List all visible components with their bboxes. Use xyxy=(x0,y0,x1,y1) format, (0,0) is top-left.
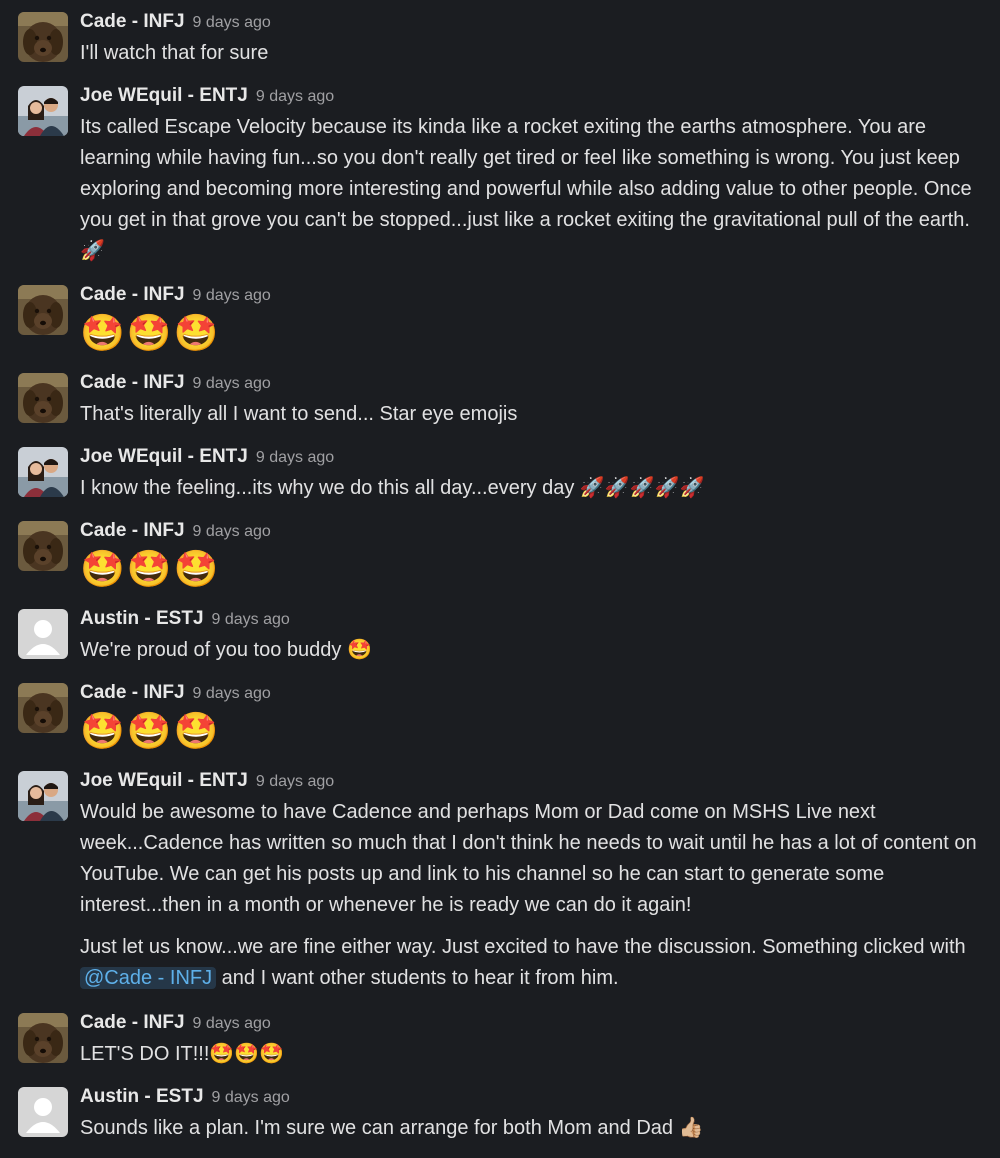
couple-avatar-icon xyxy=(18,771,68,821)
message-body: Would be awesome to have Cadence and per… xyxy=(80,797,985,994)
author-name[interactable]: Cade - INFJ xyxy=(80,284,185,305)
message-body: Its called Escape Velocity because its k… xyxy=(80,112,985,267)
avatar[interactable] xyxy=(18,609,68,659)
message-text: I'll watch that for sure xyxy=(80,42,269,64)
message-text: Sounds like a plan. I'm sure we can arra… xyxy=(80,1117,674,1139)
timestamp[interactable]: 9 days ago xyxy=(256,449,334,466)
dog-avatar-icon xyxy=(18,285,68,335)
timestamp[interactable]: 9 days ago xyxy=(193,375,271,392)
thumbs-up-emoji-icon: 👍🏼 xyxy=(678,1117,704,1139)
avatar[interactable] xyxy=(18,1087,68,1137)
message-header: Cade - INFJ 9 days ago xyxy=(80,1009,271,1038)
message-body: Sounds like a plan. I'm sure we can arra… xyxy=(80,1113,985,1144)
message-body: LET'S DO IT!!!🤩🤩🤩 xyxy=(80,1039,985,1070)
message-text: I know the feeling...its why we do this … xyxy=(80,477,575,499)
dog-avatar-icon xyxy=(18,1013,68,1063)
avatar[interactable] xyxy=(18,683,68,733)
avatar[interactable] xyxy=(18,86,68,136)
avatar[interactable] xyxy=(18,447,68,497)
message-header: Cade - INFJ 9 days ago xyxy=(80,369,271,398)
message-header: Cade - INFJ 9 days ago xyxy=(80,8,271,37)
author-name[interactable]: Cade - INFJ xyxy=(80,372,185,393)
message-text: Its called Escape Velocity because its k… xyxy=(80,116,972,231)
message-header: Austin - ESTJ 9 days ago xyxy=(80,605,290,634)
avatar[interactable] xyxy=(18,1013,68,1063)
avatar[interactable] xyxy=(18,12,68,62)
message-text: That's literally all I want to send... S… xyxy=(80,403,518,425)
rocket-emoji-icon: 🚀 xyxy=(80,240,105,262)
timestamp[interactable]: 9 days ago xyxy=(256,773,334,790)
message-header: Cade - INFJ 9 days ago xyxy=(80,517,271,546)
dog-avatar-icon xyxy=(18,521,68,571)
message-header: Joe WEquil - ENTJ 9 days ago xyxy=(80,443,334,472)
star-struck-emoji-icon: 🤩 xyxy=(346,639,372,661)
message-body: That's literally all I want to send... S… xyxy=(80,399,985,430)
timestamp[interactable]: 9 days ago xyxy=(256,88,334,105)
couple-avatar-icon xyxy=(18,447,68,497)
message-text: Would be awesome to have Cadence and per… xyxy=(80,801,977,916)
user-mention[interactable]: @Cade - INFJ xyxy=(80,967,217,989)
timestamp[interactable]: 9 days ago xyxy=(193,1015,271,1032)
message-body: 🤩🤩🤩 xyxy=(80,547,985,591)
message-body: 🤩🤩🤩 xyxy=(80,709,985,753)
timestamp[interactable]: 9 days ago xyxy=(193,14,271,31)
message-header: Cade - INFJ 9 days ago xyxy=(80,281,271,310)
author-name[interactable]: Cade - INFJ xyxy=(80,1012,185,1033)
timestamp[interactable]: 9 days ago xyxy=(212,1089,290,1106)
timestamp[interactable]: 9 days ago xyxy=(212,611,290,628)
message-body: I know the feeling...its why we do this … xyxy=(80,473,985,504)
message-header: Cade - INFJ 9 days ago xyxy=(80,679,271,708)
timestamp[interactable]: 9 days ago xyxy=(193,287,271,304)
star-struck-emoji-icon: 🤩🤩🤩 xyxy=(80,710,221,751)
message-header: Joe WEquil - ENTJ 9 days ago xyxy=(80,767,334,796)
message-text: and I want other students to hear it fro… xyxy=(216,967,619,989)
author-name[interactable]: Austin - ESTJ xyxy=(80,1086,204,1107)
message-header: Joe WEquil - ENTJ 9 days ago xyxy=(80,82,334,111)
avatar[interactable] xyxy=(18,285,68,335)
author-name[interactable]: Cade - INFJ xyxy=(80,520,185,541)
avatar[interactable] xyxy=(18,771,68,821)
author-name[interactable]: Austin - ESTJ xyxy=(80,608,204,629)
timestamp[interactable]: 9 days ago xyxy=(193,685,271,702)
dog-avatar-icon xyxy=(18,12,68,62)
avatar[interactable] xyxy=(18,373,68,423)
message-header: Austin - ESTJ 9 days ago xyxy=(80,1083,290,1112)
author-name[interactable]: Cade - INFJ xyxy=(80,682,185,703)
message-body: We're proud of you too buddy 🤩 xyxy=(80,635,985,666)
message-body: 🤩🤩🤩 xyxy=(80,311,985,355)
dog-avatar-icon xyxy=(18,373,68,423)
default-user-avatar-icon xyxy=(18,609,68,659)
message-text: We're proud of you too buddy xyxy=(80,639,342,661)
default-user-avatar-icon xyxy=(18,1087,68,1137)
message-body: I'll watch that for sure xyxy=(80,38,985,69)
message-text: Just let us know...we are fine either wa… xyxy=(80,936,966,958)
dog-avatar-icon xyxy=(18,683,68,733)
star-struck-emoji-icon: 🤩🤩🤩 xyxy=(80,312,221,353)
couple-avatar-icon xyxy=(18,86,68,136)
timestamp[interactable]: 9 days ago xyxy=(193,523,271,540)
star-struck-emoji-icon: 🤩🤩🤩 xyxy=(209,1043,285,1065)
author-name[interactable]: Joe WEquil - ENTJ xyxy=(80,85,248,106)
avatar[interactable] xyxy=(18,521,68,571)
message-text: LET'S DO IT!!! xyxy=(80,1043,210,1065)
author-name[interactable]: Joe WEquil - ENTJ xyxy=(80,770,248,791)
rocket-emoji-icon: 🚀🚀🚀🚀🚀 xyxy=(579,477,705,499)
author-name[interactable]: Joe WEquil - ENTJ xyxy=(80,446,248,467)
message-text-paragraph: Just let us know...we are fine either wa… xyxy=(80,932,985,994)
star-struck-emoji-icon: 🤩🤩🤩 xyxy=(80,548,221,589)
author-name[interactable]: Cade - INFJ xyxy=(80,11,185,32)
